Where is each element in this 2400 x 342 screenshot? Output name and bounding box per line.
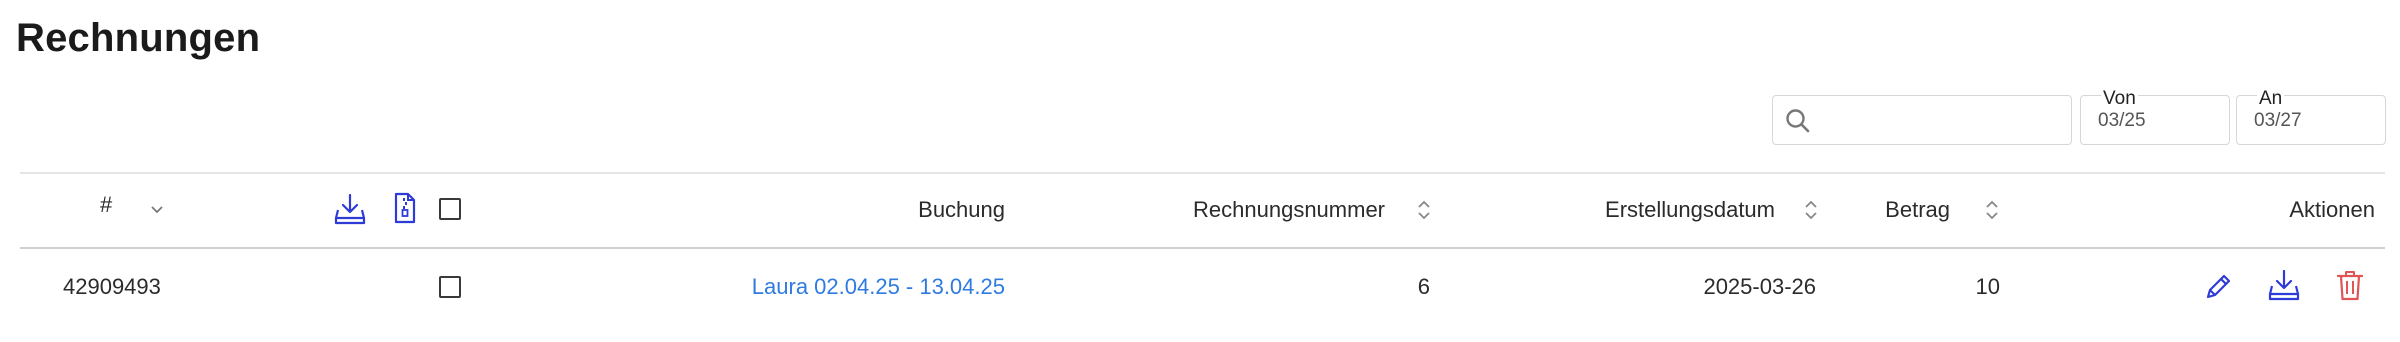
download-all-icon[interactable] [334, 192, 366, 231]
header-amount[interactable]: Betrag [1850, 197, 1950, 223]
sort-desc-icon[interactable] [150, 205, 164, 215]
table-header-divider [20, 247, 2385, 249]
row-checkbox[interactable] [439, 276, 461, 298]
date-from-value[interactable]: 03/25 [2098, 110, 2146, 132]
cell-invoice-number: 6 [1417, 274, 1430, 299]
zip-file-icon[interactable] [393, 192, 417, 229]
header-actions: Aktionen [2289, 197, 2375, 222]
edit-icon[interactable] [2203, 270, 2235, 307]
cell-created-date: 2025-03-26 [1703, 274, 1816, 299]
divider [20, 172, 2385, 174]
download-icon[interactable] [2268, 268, 2300, 307]
select-all-checkbox[interactable] [439, 198, 461, 220]
sort-amount-icon[interactable] [1985, 198, 1999, 222]
header-created-date[interactable]: Erstellungsdatum [1480, 197, 1775, 223]
date-to-field[interactable]: An 03/27 [2236, 88, 2386, 145]
date-from-field[interactable]: Von 03/25 [2080, 88, 2230, 145]
page-title: Rechnungen [16, 16, 261, 60]
search-input[interactable] [1821, 106, 2065, 136]
sort-created-date-icon[interactable] [1804, 198, 1818, 222]
search-icon [1786, 109, 1810, 133]
date-from-label: Von [2101, 88, 2138, 110]
header-booking: Buchung [918, 197, 1005, 222]
date-to-label: An [2257, 88, 2285, 110]
cell-amount: 10 [1975, 274, 2000, 299]
cell-id: 42909493 [63, 274, 161, 299]
header-invoice-number[interactable]: Rechnungsnummer [1100, 197, 1385, 223]
search-field[interactable] [1772, 95, 2072, 145]
date-to-value[interactable]: 03/27 [2254, 110, 2302, 132]
sort-invoice-number-icon[interactable] [1417, 198, 1431, 222]
booking-link[interactable]: Laura 02.04.25 - 13.04.25 [700, 274, 1005, 300]
delete-icon[interactable] [2336, 269, 2364, 306]
header-id[interactable]: # [100, 192, 112, 218]
